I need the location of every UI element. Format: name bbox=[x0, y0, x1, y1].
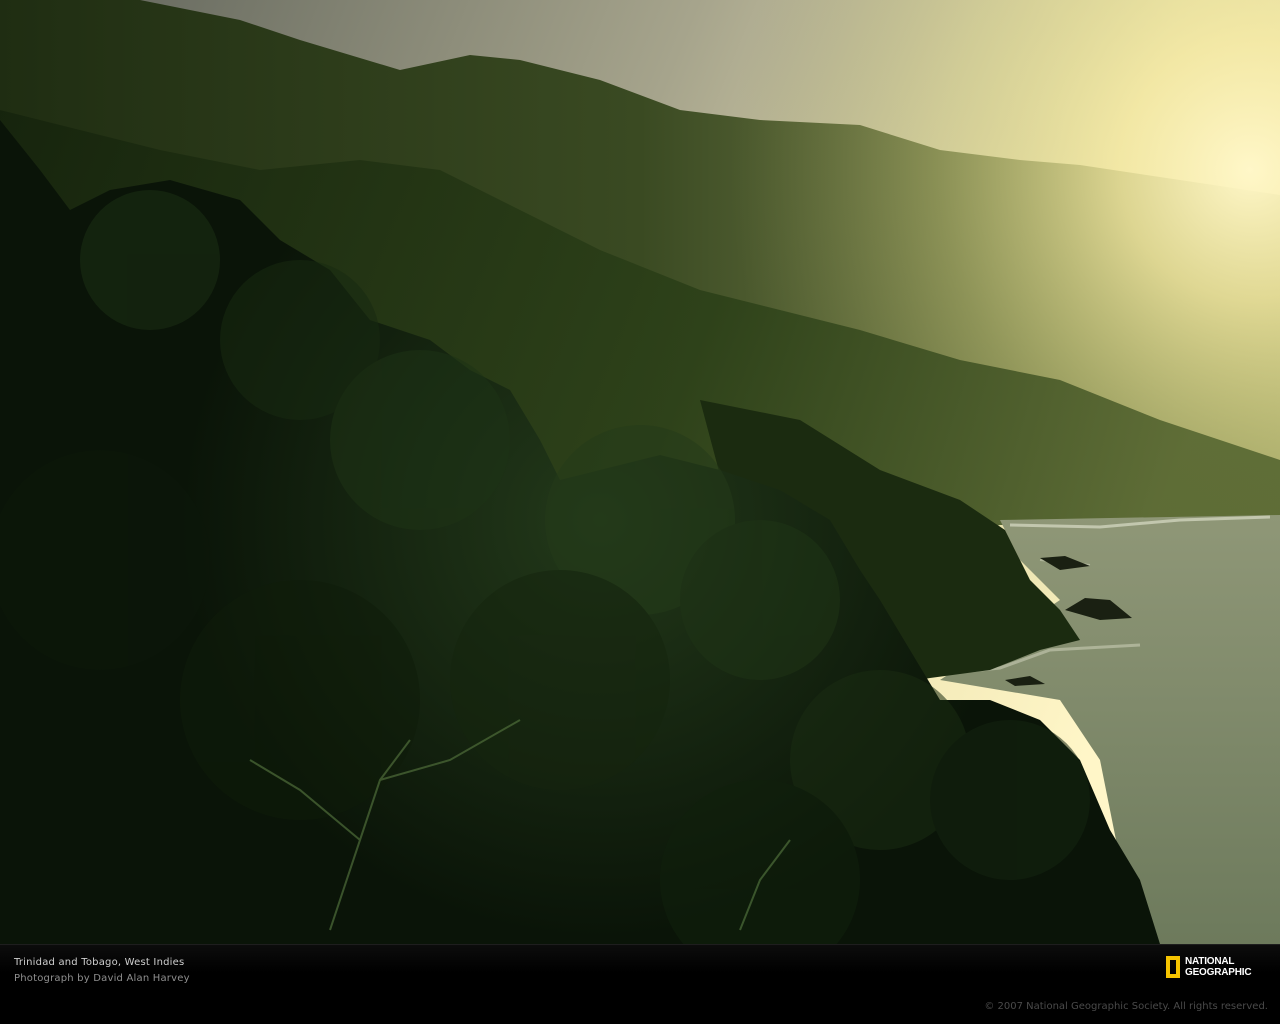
wallpaper-frame: Trinidad and Tobago, West Indies Photogr… bbox=[0, 0, 1280, 1024]
national-geographic-logo: NATIONAL GEOGRAPHIC bbox=[1166, 956, 1252, 978]
landscape-photo bbox=[0, 0, 1280, 944]
copyright-notice: © 2007 National Geographic Society. All … bbox=[984, 1001, 1268, 1012]
logo-line-2: GEOGRAPHIC bbox=[1185, 967, 1252, 978]
logo-wordmark: NATIONAL GEOGRAPHIC bbox=[1185, 956, 1252, 978]
yellow-frame-icon bbox=[1166, 956, 1180, 978]
logo-line-1: NATIONAL bbox=[1185, 956, 1235, 967]
forest-coast-scene bbox=[0, 0, 1280, 944]
photo-title: Trinidad and Tobago, West Indies bbox=[14, 957, 185, 968]
caption-bar: Trinidad and Tobago, West Indies Photogr… bbox=[0, 944, 1280, 1024]
photo-credit: Photograph by David Alan Harvey bbox=[14, 973, 190, 984]
